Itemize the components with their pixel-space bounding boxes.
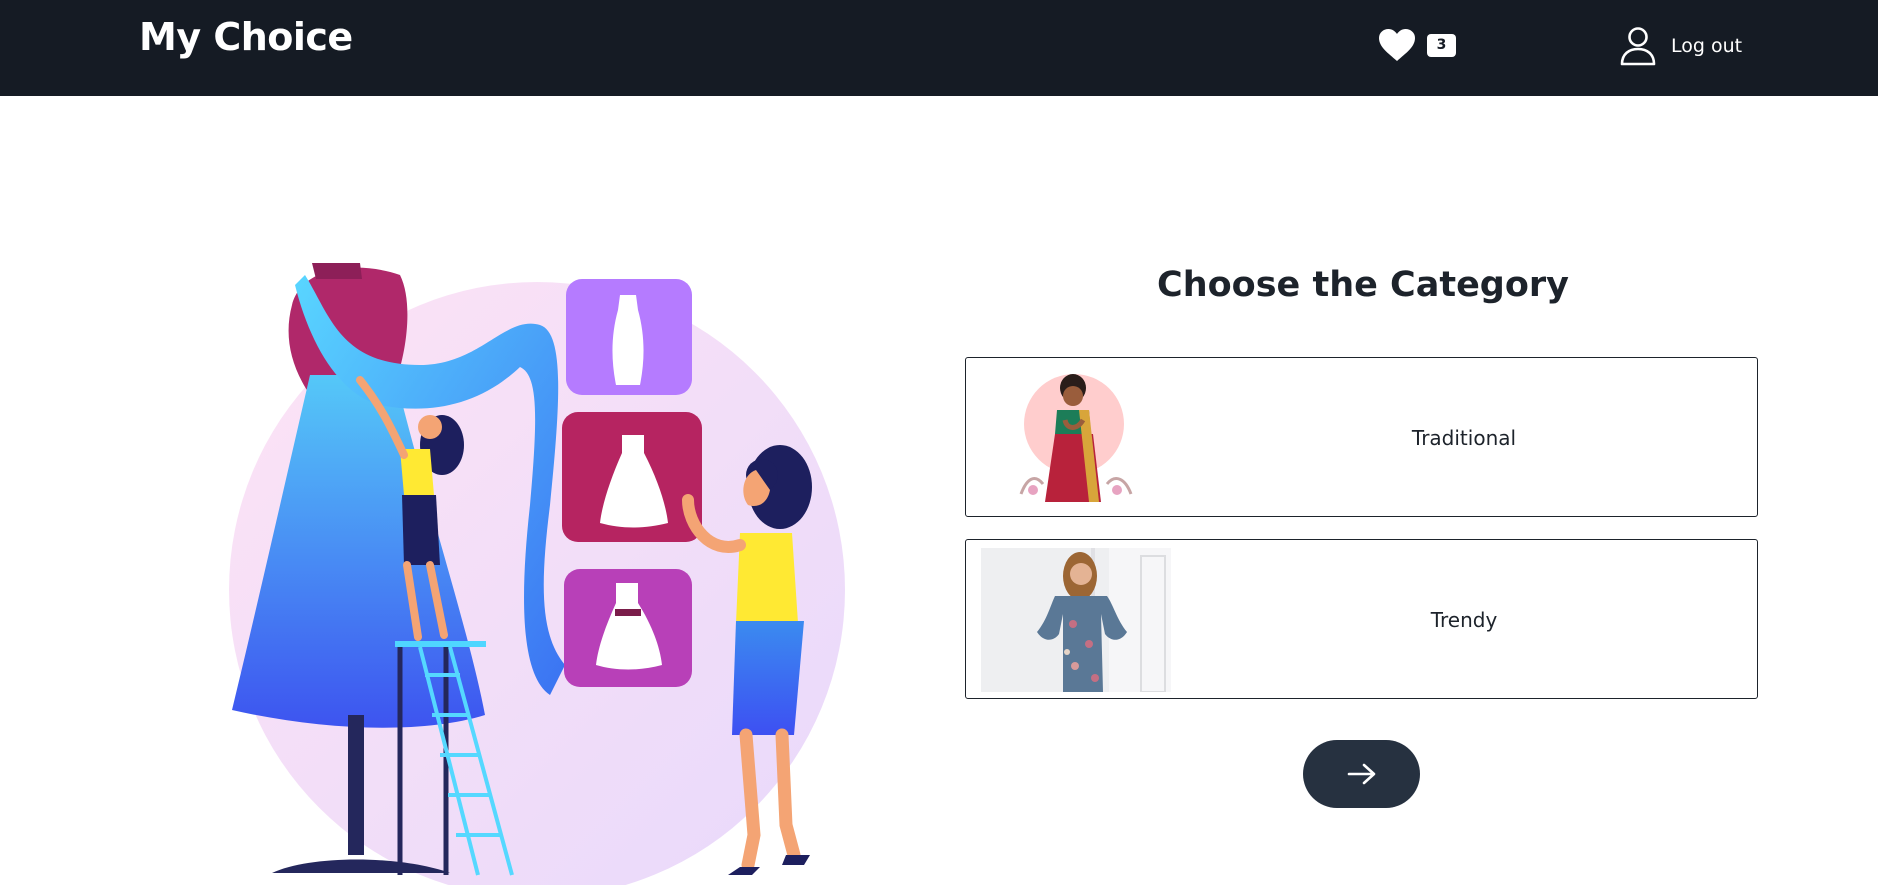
- top-navbar: My Choice 3 Log out: [0, 0, 1878, 96]
- traditional-thumbnail: [981, 366, 1171, 510]
- category-card-traditional[interactable]: Traditional: [965, 357, 1758, 517]
- page-title: Choose the Category: [1157, 265, 1569, 306]
- category-card-trendy[interactable]: Trendy: [965, 539, 1758, 699]
- logout-label: Log out: [1671, 35, 1743, 57]
- next-button[interactable]: [1303, 740, 1420, 808]
- trendy-thumbnail: [981, 548, 1171, 692]
- page: My Choice 3 Log out Choose the Category …: [0, 0, 1878, 886]
- category-label-trendy: Trendy: [1430, 608, 1498, 632]
- user-icon: [1620, 27, 1656, 66]
- favorites-button[interactable]: 3: [1378, 28, 1456, 62]
- brand-logo[interactable]: My Choice: [139, 15, 353, 59]
- favorites-count-badge: 3: [1427, 33, 1456, 57]
- arrow-right-icon: [1347, 763, 1375, 785]
- fashion-designers-illustration: [229, 263, 845, 885]
- heart-icon: [1379, 29, 1415, 61]
- category-label-traditional: Traditional: [1411, 426, 1517, 450]
- logout-button[interactable]: Log out: [1620, 26, 1742, 66]
